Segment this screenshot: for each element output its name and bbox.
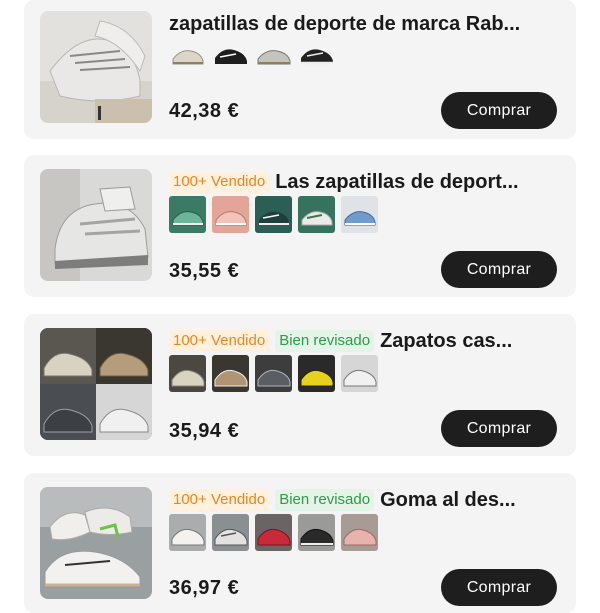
product-card[interactable]: 100+ Vendido Las zapatillas de deport...… — [24, 155, 576, 297]
sneaker-yellow-icon[interactable] — [298, 355, 335, 392]
sold-badge: 100+ Vendido — [169, 489, 270, 511]
buy-button[interactable]: Comprar — [441, 569, 557, 606]
sneaker-green-icon[interactable] — [169, 196, 206, 233]
variant-swatches — [169, 35, 335, 72]
buy-button[interactable]: Comprar — [441, 410, 557, 447]
product-title[interactable]: Goma al des... — [380, 489, 516, 512]
sneaker-black-icon[interactable] — [298, 514, 335, 551]
product-image[interactable] — [40, 328, 152, 440]
product-image[interactable] — [40, 11, 152, 123]
review-badge: Bien revisado — [275, 330, 375, 352]
variant-swatches — [169, 196, 378, 233]
product-image[interactable] — [40, 169, 152, 281]
buy-button[interactable]: Comprar — [441, 92, 557, 129]
product-title[interactable]: Las zapatillas de deport... — [275, 171, 518, 194]
product-title[interactable]: Zapatos cas... — [380, 330, 512, 353]
sneaker-pink-icon[interactable] — [212, 196, 249, 233]
product-price: 42,38 € — [169, 100, 240, 122]
sneaker-pink-icon[interactable] — [341, 514, 378, 551]
sneaker-cream-icon[interactable] — [169, 355, 206, 392]
product-title-row: 100+ Vendido Las zapatillas de deport... — [169, 168, 560, 196]
product-card[interactable]: 100+ Vendido Bien revisado Goma al des..… — [24, 473, 576, 613]
sneaker-blue-icon[interactable] — [341, 196, 378, 233]
variant-swatches — [169, 514, 378, 551]
sneaker-white-green-icon[interactable] — [298, 196, 335, 233]
product-price: 36,97 € — [169, 577, 240, 599]
sneaker-grey-white-icon[interactable] — [212, 514, 249, 551]
sneaker-black-icon[interactable] — [212, 35, 249, 72]
sold-badge: 100+ Vendido — [169, 171, 270, 193]
review-badge: Bien revisado — [275, 489, 375, 511]
product-card[interactable]: zapatillas de deporte de marca Rab... 42… — [24, 0, 576, 139]
sneaker-brown-icon[interactable] — [212, 355, 249, 392]
sneaker-grey-icon[interactable] — [255, 35, 292, 72]
product-price: 35,94 € — [169, 420, 240, 442]
product-title[interactable]: zapatillas de deporte de marca Rab... — [169, 13, 520, 36]
product-title-row: 100+ Vendido Bien revisado Goma al des..… — [169, 486, 560, 514]
sneaker-beige-icon[interactable] — [169, 35, 206, 72]
sneaker-lightgrey-icon[interactable] — [341, 355, 378, 392]
sneaker-white-icon[interactable] — [169, 514, 206, 551]
product-card[interactable]: 100+ Vendido Bien revisado Zapatos cas..… — [24, 314, 576, 456]
sold-badge: 100+ Vendido — [169, 330, 270, 352]
product-title-row: zapatillas de deporte de marca Rab... — [169, 10, 560, 38]
variant-swatches — [169, 355, 378, 392]
sneaker-red-icon[interactable] — [255, 514, 292, 551]
product-image[interactable] — [40, 487, 152, 599]
buy-button[interactable]: Comprar — [441, 251, 557, 288]
sneaker-black-white-icon[interactable] — [298, 35, 335, 72]
product-title-row: 100+ Vendido Bien revisado Zapatos cas..… — [169, 327, 560, 355]
sneaker-teal-icon[interactable] — [255, 196, 292, 233]
product-price: 35,55 € — [169, 260, 240, 282]
sneaker-darkgrey-icon[interactable] — [255, 355, 292, 392]
